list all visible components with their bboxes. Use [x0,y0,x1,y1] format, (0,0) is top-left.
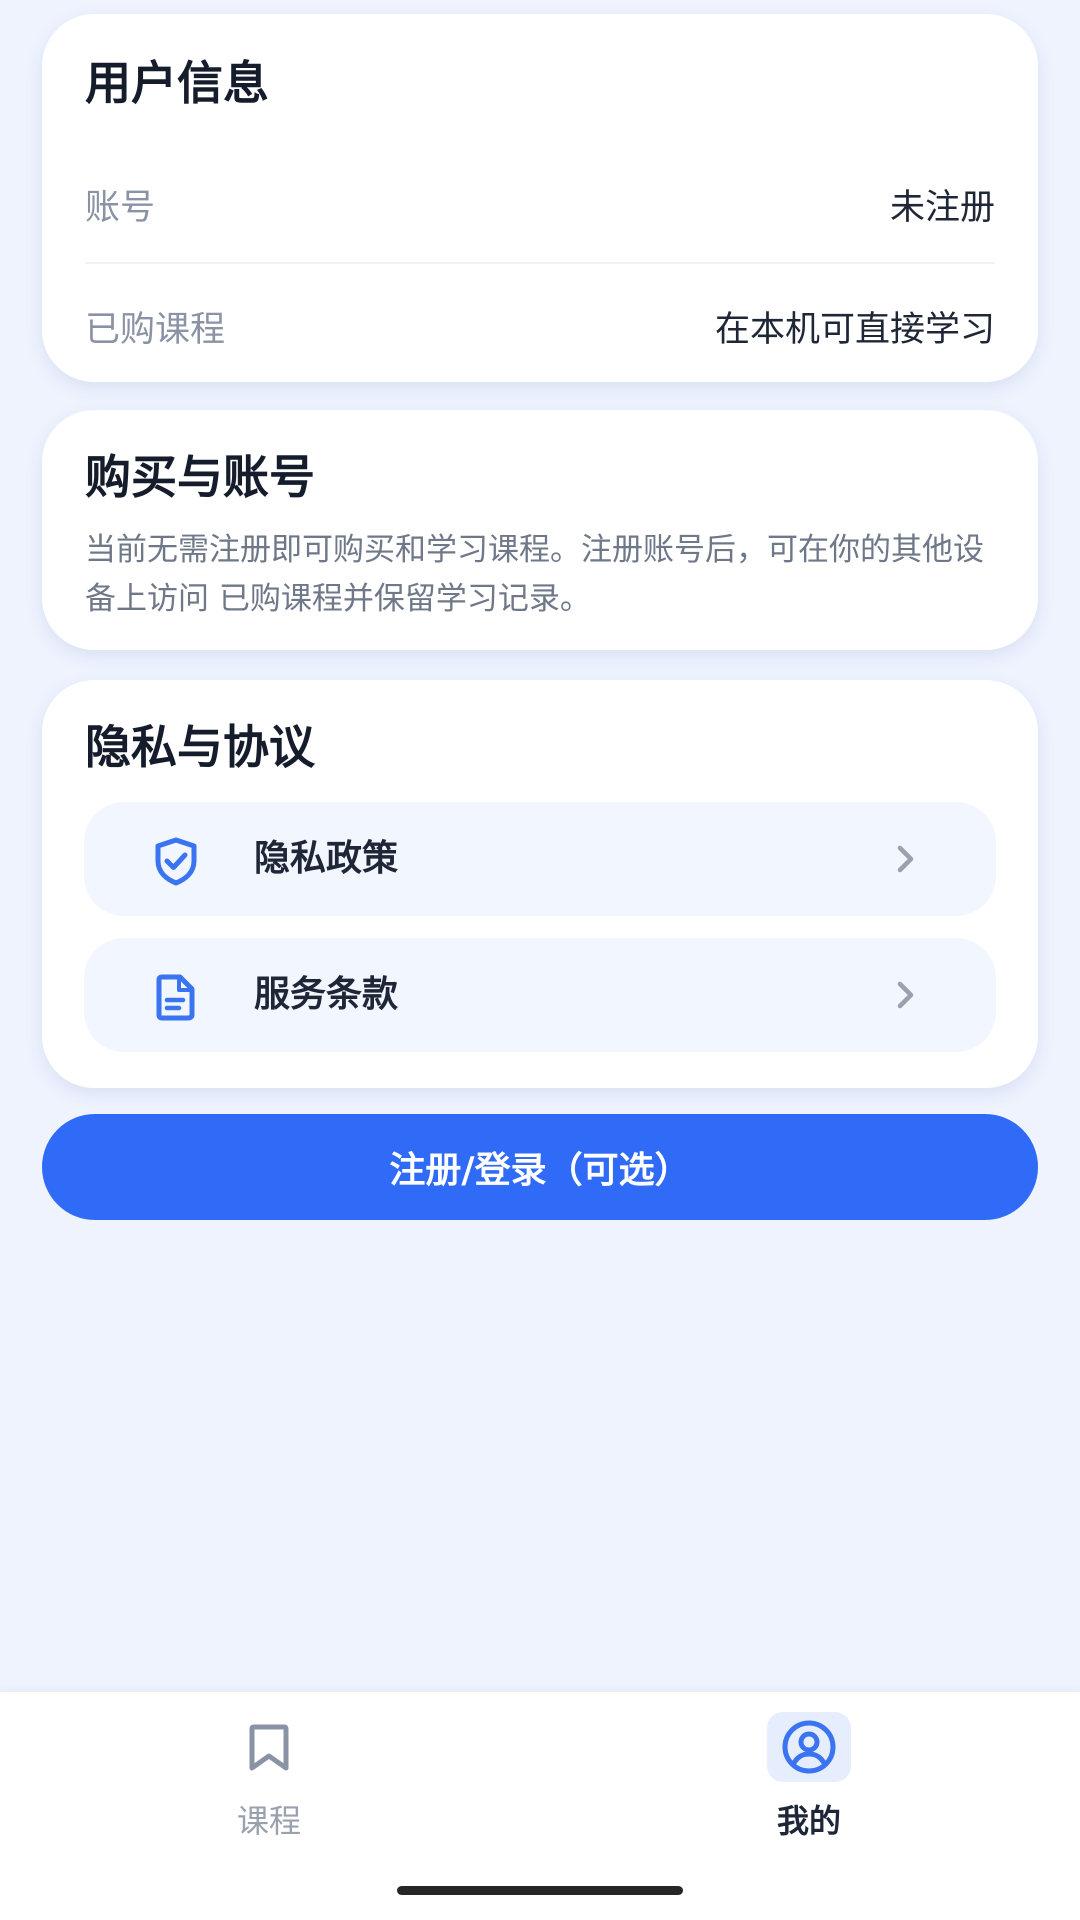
user-info-title: 用户信息 [85,56,269,110]
purchased-courses-label: 已购课程 [85,309,226,350]
tab-courses-label: 课程 [236,1802,301,1840]
user-circle-icon [767,1712,851,1782]
chevron-right-icon [888,977,924,1013]
privacy-policy-item[interactable]: 隐私政策 [84,802,996,916]
terms-of-service-label: 服务条款 [254,974,399,1015]
terms-of-service-item[interactable]: 服务条款 [84,938,996,1052]
account-label: 账号 [85,187,156,228]
privacy-policy-label: 隐私政策 [254,838,399,879]
bookmark-icon [227,1712,311,1782]
purchase-account-card: 购买与账号 当前无需注册即可购买和学习课程。注册账号后，可在你的其他设备上访问 … [42,410,1038,650]
privacy-agreement-card: 隐私与协议 隐私政策 服务条款 [42,680,1038,1088]
chevron-right-icon [888,841,924,877]
purchase-account-description: 当前无需注册即可购买和学习课程。注册账号后，可在你的其他设备上访问 已购课程并保… [85,532,984,617]
account-value: 未注册 [889,187,995,228]
shield-check-icon [150,835,202,887]
account-row: 账号 未注册 [85,164,995,244]
user-info-card: 用户信息 账号 未注册 已购课程 在本机可直接学习 [42,14,1038,382]
purchased-courses-value: 在本机可直接学习 [714,309,995,350]
document-icon [150,971,202,1023]
register-login-button[interactable]: 注册/登录（可选） [42,1114,1038,1220]
profile-screen: 用户信息 账号 未注册 已购课程 在本机可直接学习 购买与账号 当前无需注册即可… [0,0,1080,1920]
row-divider [85,262,995,264]
purchased-courses-row: 已购课程 在本机可直接学习 [85,286,995,366]
tab-courses[interactable]: 课程 [169,1712,369,1842]
privacy-agreement-title: 隐私与协议 [85,720,315,774]
purchase-account-title: 购买与账号 [85,450,315,504]
tab-profile-label: 我的 [776,1802,841,1840]
home-indicator[interactable] [397,1886,683,1895]
tab-profile[interactable]: 我的 [709,1712,909,1842]
